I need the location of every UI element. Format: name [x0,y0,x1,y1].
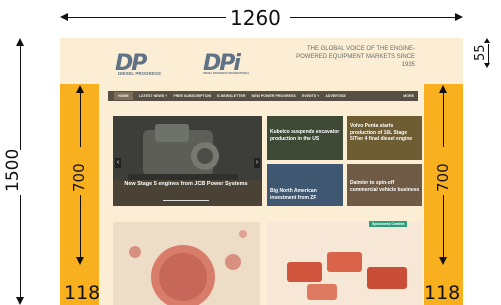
hero-prev-arrow-icon[interactable]: ‹ [115,158,121,168]
right-panel-height-line-bottom [443,195,444,257]
nav-advertise[interactable]: ADVERTISE [325,94,346,98]
width-dimension-line [66,17,226,18]
nav-new-power-progress[interactable]: NEW POWER PROGRESS [251,94,295,98]
height-dimension-line-bottom [20,195,21,297]
right-panel-height-line-top [443,92,444,147]
main-nav: HOME LATEST NEWS ˅ FREE SUBSCRIPTION E-N… [108,91,418,101]
logo-secondary-caption: DIESEL PROGRESS INTERNATIONAL [203,72,250,75]
right-panel-height-label: 700 [434,163,452,192]
arrow-right-icon [455,13,463,21]
sponsored-badge: Sponsored Content [369,221,408,227]
nav-home[interactable]: HOME [114,92,133,100]
arrow-up-icon [16,38,24,46]
logo-main-caption: DIESEL PROGRESS [118,71,161,76]
hero-article-title[interactable]: New Stage 5 engines from JCB Power Syste… [116,180,256,188]
arrow-left-icon [60,13,68,21]
nav-e-newsletter[interactable]: E-NEWSLETTER [217,94,245,98]
article-tile-2[interactable]: Volvo Penta starts production of 16L Sta… [347,116,422,160]
header-arrow-up-icon [484,38,490,43]
article-tile-1-title[interactable]: Kubelco suspends excavator production in… [270,129,342,142]
nav-more[interactable]: MORE [403,94,414,98]
engine-image [113,116,262,206]
nav-latest-news[interactable]: LATEST NEWS ˅ [139,94,168,98]
hero-slide-indicator [163,200,209,201]
sponsored-image[interactable] [267,222,422,305]
page-width-label: 1260 [230,6,281,30]
article-tile-4-title[interactable]: Daimler to spin-off commercial vehicle b… [350,180,420,193]
hero-article[interactable] [113,116,262,206]
article-tile-3[interactable]: Big North American investment from ZF [267,164,343,206]
article-tile-4[interactable]: Daimler to spin-off commercial vehicle b… [347,164,422,206]
nav-free-subscription[interactable]: FREE SUBSCRIPTION [173,94,211,98]
article-tile-3-title[interactable]: Big North American investment from ZF [270,188,342,201]
article-tile-1[interactable]: Kubelco suspends excavator production in… [267,116,343,160]
header-dimension-line [488,44,489,64]
height-dimension-line-top [20,45,21,150]
virus-image[interactable] [113,222,260,305]
header-height-label: 55 [473,44,488,61]
right-panel-arrow-up-icon [439,85,447,93]
arrow-down-icon [16,297,24,305]
left-panel-arrow-down-icon [76,257,84,265]
left-panel-height-line-bottom [80,195,81,257]
left-panel-width-label: 118 [64,282,101,304]
left-panel-arrow-up-icon [76,85,84,93]
site-tagline: THE GLOBAL VOICE OF THE ENGINE-POWERED E… [296,46,415,68]
left-panel-height-line-top [80,92,81,147]
article-tile-2-title[interactable]: Volvo Penta starts production of 16L Sta… [350,123,420,143]
right-panel-width-label: 118 [424,282,461,304]
left-panel-height-label: 700 [70,163,88,192]
page-height-label: 1500 [3,148,23,192]
right-panel-arrow-down-icon [439,257,447,265]
width-dimension-line-right [290,17,455,18]
hero-next-arrow-icon[interactable]: › [254,158,260,168]
nav-events[interactable]: EVENTS ˅ [302,94,319,98]
header-arrow-down-icon [484,63,490,68]
